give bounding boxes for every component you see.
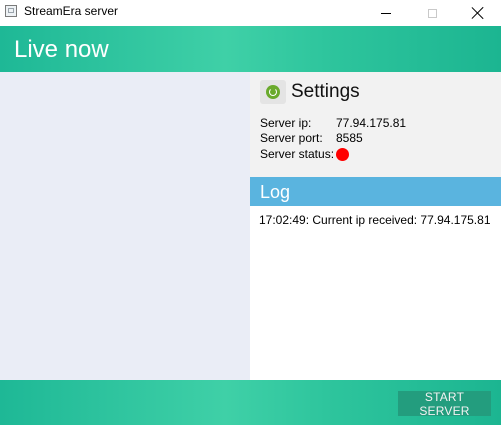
page-title: Live now bbox=[14, 36, 109, 63]
server-port-row: Server port: 8585 bbox=[260, 131, 363, 145]
title-bar: StreamEra server bbox=[0, 0, 501, 26]
stream-list-pane bbox=[0, 72, 250, 380]
log-entry: 17:02:49: Current ip received: 77.94.175… bbox=[259, 213, 491, 227]
server-port-label: Server port: bbox=[260, 131, 323, 145]
log-title: Log bbox=[260, 182, 291, 202]
header-bar: Live now bbox=[0, 26, 501, 72]
window-title: StreamEra server bbox=[24, 4, 119, 18]
server-status-label: Server status: bbox=[260, 147, 335, 161]
server-ip-row: Server ip: 77.94.175.81 bbox=[260, 116, 406, 130]
settings-panel: Settings Server ip: 77.94.175.81 Server … bbox=[250, 72, 501, 177]
minimize-button[interactable] bbox=[363, 0, 409, 26]
server-port-value: 8585 bbox=[336, 131, 363, 145]
minimize-icon bbox=[381, 12, 391, 14]
log-panel: 17:02:49: Current ip received: 77.94.175… bbox=[250, 206, 501, 380]
log-header: Log bbox=[250, 177, 501, 206]
settings-title: Settings bbox=[291, 81, 360, 102]
status-indicator bbox=[336, 148, 349, 161]
close-button[interactable] bbox=[455, 0, 501, 26]
refresh-icon bbox=[266, 85, 280, 99]
app-icon bbox=[5, 5, 17, 17]
server-status-row: Server status: bbox=[260, 147, 349, 161]
footer-bar: START SERVER bbox=[0, 380, 501, 425]
start-server-button[interactable]: START SERVER bbox=[398, 390, 491, 418]
server-ip-value: 77.94.175.81 bbox=[336, 116, 407, 130]
refresh-button[interactable] bbox=[260, 80, 286, 104]
maximize-icon bbox=[427, 8, 437, 18]
maximize-button[interactable] bbox=[409, 0, 455, 26]
server-ip-label: Server ip: bbox=[260, 116, 312, 130]
close-icon bbox=[472, 7, 484, 19]
